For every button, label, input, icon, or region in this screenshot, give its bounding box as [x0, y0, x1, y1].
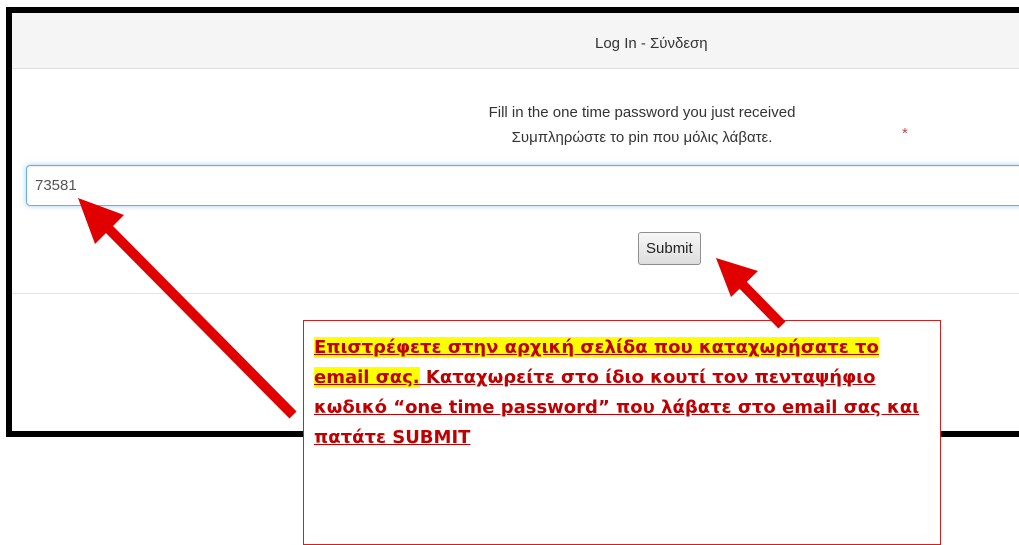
otp-input[interactable] — [26, 165, 1019, 206]
otp-prompt: Fill in the one time password you just r… — [292, 100, 992, 150]
panel-title: Log In - Σύνδεση — [595, 35, 708, 52]
prompt-line-greek: Συμπληρώστε το pin που μόλις λάβατε. — [511, 129, 773, 146]
submit-button[interactable]: Submit — [638, 232, 701, 265]
required-asterisk: * — [902, 125, 908, 142]
panel-heading: Log In - Σύνδεση — [12, 13, 1019, 69]
instruction-text: Επιστρέφετε στην αρχική σελίδα που καταχ… — [314, 333, 932, 453]
instruction-callout: Επιστρέφετε στην αρχική σελίδα που καταχ… — [303, 320, 941, 545]
prompt-line-english: Fill in the one time password you just r… — [488, 104, 796, 121]
panel-divider — [12, 293, 1019, 294]
